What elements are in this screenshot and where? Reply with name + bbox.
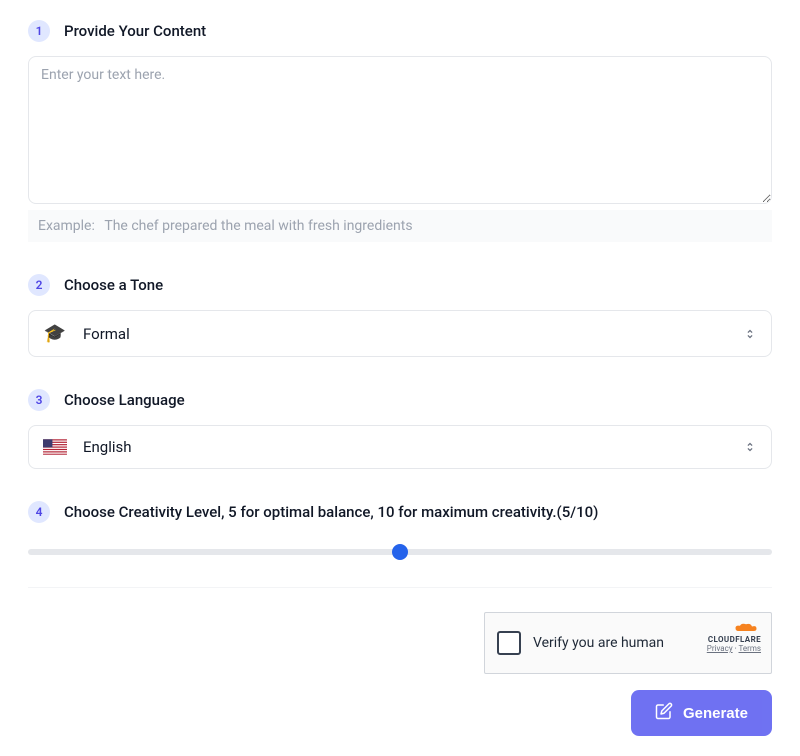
example-label: Example: bbox=[38, 218, 95, 234]
edit-icon bbox=[655, 702, 673, 724]
section-header: 1 Provide Your Content bbox=[28, 20, 772, 42]
us-flag-icon bbox=[43, 438, 67, 456]
chevron-up-down-icon bbox=[743, 440, 757, 454]
language-select[interactable]: English bbox=[28, 425, 772, 469]
section-title: Provide Your Content bbox=[64, 22, 206, 40]
generate-button-label: Generate bbox=[683, 705, 748, 722]
step-number-badge: 4 bbox=[28, 501, 50, 523]
captcha-text: Verify you are human bbox=[533, 635, 664, 651]
section-header: 4 Choose Creativity Level, 5 for optimal… bbox=[28, 501, 772, 523]
example-hint: Example: The chef prepared the meal with… bbox=[28, 210, 772, 242]
generate-row: Generate bbox=[28, 690, 772, 736]
chevron-up-down-icon bbox=[743, 327, 757, 341]
footer-area: Verify you are human CLOUDFLARE Privacy … bbox=[28, 587, 772, 736]
section-title: Choose Language bbox=[64, 391, 185, 409]
cloudflare-icon bbox=[707, 621, 761, 635]
step-number-badge: 2 bbox=[28, 274, 50, 296]
tone-value: Formal bbox=[83, 325, 130, 343]
slider-thumb[interactable] bbox=[392, 544, 408, 560]
section-title: Choose a Tone bbox=[64, 276, 163, 294]
language-value: English bbox=[83, 438, 132, 456]
section-title: Choose Creativity Level, 5 for optimal b… bbox=[64, 503, 598, 521]
content-input[interactable] bbox=[28, 56, 772, 204]
captcha-brand-name: CLOUDFLARE bbox=[707, 635, 761, 644]
section-choose-language: 3 Choose Language English bbox=[28, 389, 772, 469]
step-number-badge: 3 bbox=[28, 389, 50, 411]
captcha-privacy-link[interactable]: Privacy bbox=[707, 644, 733, 653]
section-creativity-level: 4 Choose Creativity Level, 5 for optimal… bbox=[28, 501, 772, 555]
section-choose-tone: 2 Choose a Tone 🎓 Formal bbox=[28, 274, 772, 357]
captcha-checkbox[interactable] bbox=[497, 631, 521, 655]
generate-button[interactable]: Generate bbox=[631, 690, 772, 736]
step-number-badge: 1 bbox=[28, 20, 50, 42]
tone-select[interactable]: 🎓 Formal bbox=[28, 310, 772, 357]
graduation-cap-icon: 🎓 bbox=[43, 323, 67, 344]
creativity-slider-wrap bbox=[28, 537, 772, 555]
section-header: 2 Choose a Tone bbox=[28, 274, 772, 296]
captcha-brand: CLOUDFLARE Privacy · Terms bbox=[707, 621, 761, 653]
captcha-terms-link[interactable]: Terms bbox=[739, 644, 761, 653]
section-provide-content: 1 Provide Your Content Example: The chef… bbox=[28, 20, 772, 242]
creativity-slider[interactable] bbox=[28, 549, 772, 555]
example-text: The chef prepared the meal with fresh in… bbox=[104, 218, 412, 234]
captcha-widget: Verify you are human CLOUDFLARE Privacy … bbox=[484, 612, 772, 674]
section-header: 3 Choose Language bbox=[28, 389, 772, 411]
